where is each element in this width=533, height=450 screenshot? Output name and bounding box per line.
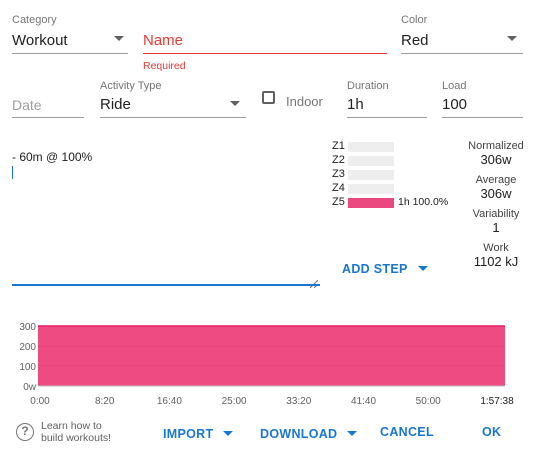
- chevron-down-icon: [346, 431, 357, 437]
- add-step-label: ADD STEP: [342, 262, 408, 276]
- workout-editor-text: - 60m @ 100%: [12, 150, 93, 164]
- zone-label: Z5: [332, 196, 345, 208]
- category-label: Category: [12, 14, 57, 26]
- y-tick-label: 100: [19, 362, 36, 373]
- x-tick-label: 8:20: [95, 396, 115, 407]
- color-label: Color: [401, 14, 428, 26]
- workout-editor[interactable]: - 60m @ 100%: [12, 140, 320, 289]
- zone-label: Z4: [332, 182, 345, 194]
- help-link[interactable]: ? Learn how to build workouts!: [16, 420, 136, 446]
- date-field[interactable]: Date: [12, 80, 84, 118]
- download-button[interactable]: DOWNLOAD: [260, 425, 357, 443]
- duration-label: Duration: [347, 80, 389, 92]
- ok-button[interactable]: OK: [482, 425, 501, 439]
- color-underline: [401, 53, 523, 54]
- zone-row-z2: Z2: [332, 154, 457, 168]
- zone-row-z1: Z1: [332, 140, 457, 154]
- y-tick-label: 200: [19, 342, 36, 353]
- zone-bar-track: [348, 156, 394, 166]
- zone-distribution: Z1 Z2 Z3 Z4 Z5 1h 100.0%: [332, 140, 457, 210]
- chevron-down-icon: [222, 431, 233, 437]
- load-value: 100: [442, 96, 468, 113]
- help-icon: ?: [16, 423, 34, 441]
- zone-label: Z2: [332, 154, 345, 166]
- import-label: IMPORT: [163, 427, 214, 441]
- name-error: Required: [143, 60, 186, 72]
- y-tick-label: 300: [19, 322, 36, 333]
- stats-panel: Normalized 306w Average 306w Variability…: [456, 140, 533, 269]
- help-text: Learn how to build workouts!: [41, 420, 111, 444]
- category-select[interactable]: Category Workout: [12, 14, 128, 54]
- zone-row-z4: Z4: [332, 182, 457, 196]
- zone-time-text: 1h 100.0%: [398, 196, 449, 208]
- zone-bar-track: [348, 142, 394, 152]
- zone-label: Z3: [332, 168, 345, 180]
- zone-bar-fill: [348, 198, 394, 208]
- name-placeholder: Name: [143, 32, 184, 49]
- activity-type-label: Activity Type: [100, 80, 162, 92]
- work-value: 1102 kJ: [473, 254, 519, 269]
- workout-chart: 300 200 100 0w 0:00 8:20 16:40 25:00 33:20 41:40 5…: [19, 322, 514, 407]
- activity-type-value: Ride: [100, 96, 131, 113]
- text-cursor: [12, 166, 13, 179]
- category-underline: [12, 53, 128, 54]
- x-tick-label: 25:00: [222, 396, 247, 407]
- indoor-label: Indoor: [286, 94, 323, 109]
- zone-bar-track: [348, 198, 394, 208]
- activity-type-underline: [100, 117, 246, 118]
- workout-editor-underline: [12, 284, 320, 286]
- chevron-down-icon: [230, 101, 240, 106]
- indoor-checkbox[interactable]: [262, 91, 275, 104]
- help-text-line1: Learn how to: [41, 420, 102, 432]
- color-value: Red: [401, 32, 429, 49]
- x-tick-label: 16:40: [157, 396, 182, 407]
- name-field[interactable]: Name: [143, 14, 387, 54]
- load-label: Load: [442, 80, 467, 92]
- zone-row-z5: Z5 1h 100.0%: [332, 196, 457, 210]
- power-area: [38, 326, 505, 386]
- zone-row-z3: Z3: [332, 168, 457, 182]
- download-label: DOWNLOAD: [260, 427, 338, 441]
- help-text-line2: build workouts!: [41, 432, 112, 444]
- normalized-label: Normalized: [468, 140, 524, 152]
- y-tick-label: 0w: [23, 382, 37, 393]
- import-button[interactable]: IMPORT: [163, 425, 233, 443]
- x-tick-label: 41:40: [351, 396, 376, 407]
- duration-value: 1h: [347, 96, 364, 113]
- work-label: Work: [483, 242, 509, 254]
- date-placeholder: Date: [12, 97, 42, 113]
- duration-underline: [347, 117, 427, 118]
- color-select[interactable]: Color Red: [401, 14, 523, 54]
- activity-type-select[interactable]: Activity Type Ride: [100, 80, 246, 118]
- add-step-button[interactable]: ADD STEP: [342, 260, 429, 276]
- x-tick-label: 1:57:38: [480, 396, 514, 407]
- chevron-down-icon: [114, 36, 124, 41]
- cancel-button[interactable]: CANCEL: [380, 425, 434, 439]
- x-tick-label: 0:00: [30, 396, 50, 407]
- load-field[interactable]: Load 100: [442, 80, 523, 118]
- variability-label: Variability: [472, 208, 520, 220]
- zone-label: Z1: [332, 140, 345, 152]
- zone-bar-track: [348, 170, 394, 180]
- resize-handle-icon[interactable]: [309, 275, 319, 289]
- average-value: 306w: [480, 186, 512, 201]
- variability-value: 1: [492, 220, 500, 235]
- zone-bar-track: [348, 184, 394, 194]
- name-underline: [143, 53, 387, 54]
- x-tick-label: 33:20: [286, 396, 311, 407]
- load-underline: [442, 117, 523, 118]
- x-tick-label: 50:00: [416, 396, 441, 407]
- chevron-down-icon: [418, 266, 429, 272]
- average-label: Average: [475, 174, 517, 186]
- normalized-value: 306w: [480, 152, 512, 167]
- date-underline: [12, 117, 84, 118]
- duration-field[interactable]: Duration 1h: [347, 80, 427, 118]
- category-value: Workout: [12, 32, 68, 49]
- chevron-down-icon: [507, 36, 517, 41]
